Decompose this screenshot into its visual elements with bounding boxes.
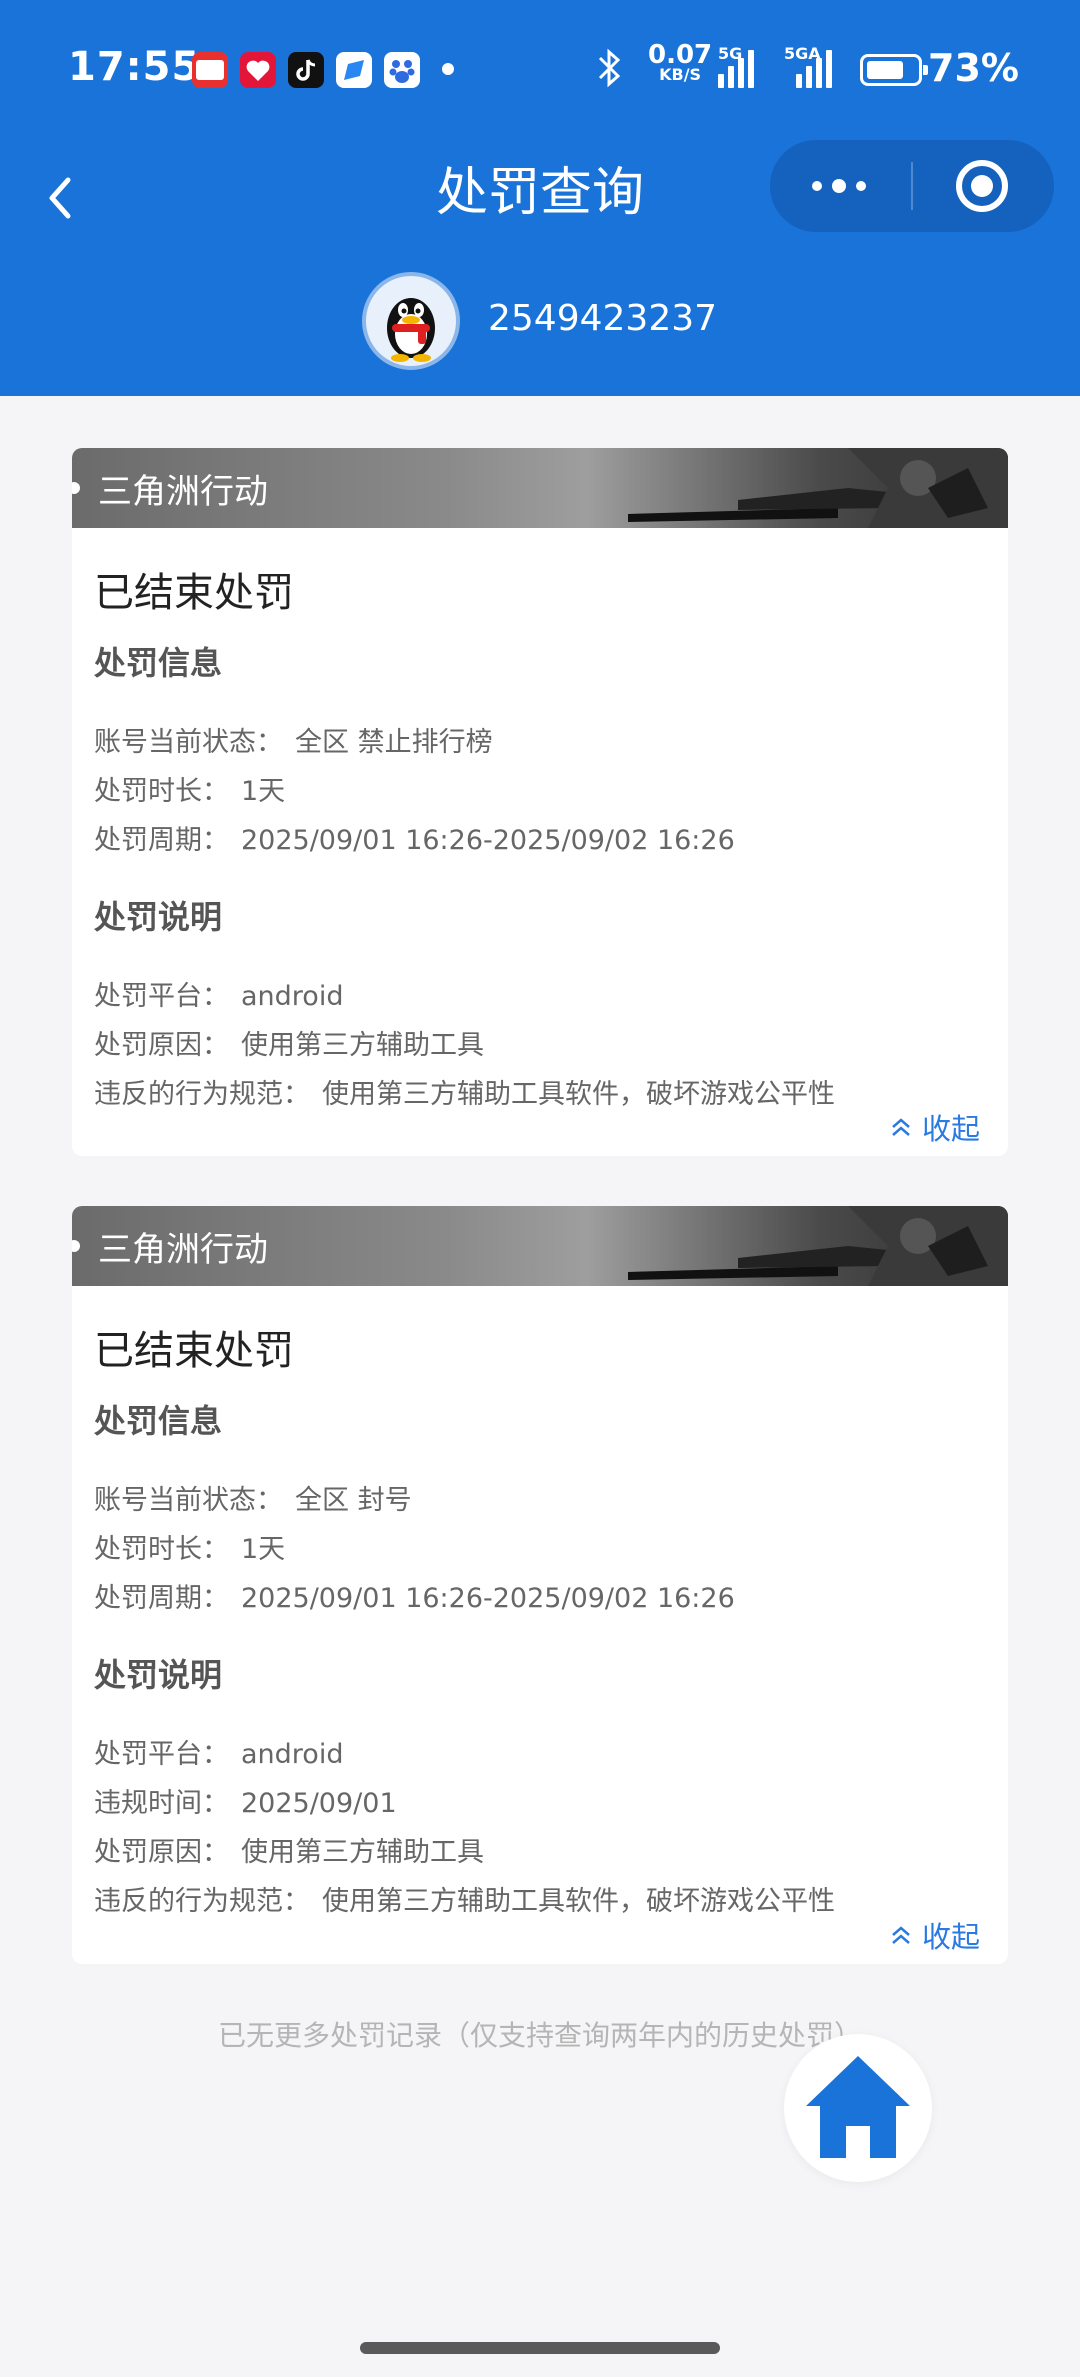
qq-number: 2549423237 [488, 298, 718, 339]
qq-penguin-icon [387, 298, 435, 362]
punishment-state: 已结束处罚 [94, 570, 294, 616]
punishment-record-card: 三角洲行动 已结束处罚 处罚信息 账号当前状态： 全区 封号 处罚时长： 1天 处罚… [72, 1206, 1008, 1964]
more-notifications-dot [442, 63, 454, 75]
desc-row: 违反的行为规范： 使用第三方辅助工具软件，破坏游戏公平性 [94, 1886, 835, 1917]
info-row: 处罚时长： 1天 [94, 776, 286, 807]
game-banner: 三角洲行动 [72, 1206, 1008, 1286]
soldier-artwork-icon [628, 1206, 1008, 1286]
punishment-state: 已结束处罚 [94, 1328, 294, 1374]
baidu-app-icon [384, 52, 420, 88]
info-row: 账号当前状态： 全区 封号 [94, 1485, 412, 1516]
info-row: 处罚时长： 1天 [94, 1534, 286, 1565]
desc-row: 违规时间： 2025/09/01 [94, 1788, 397, 1819]
game-name: 三角洲行动 [98, 1230, 268, 1270]
status-time: 17:55 [68, 44, 201, 90]
section-title-desc: 处罚说明 [94, 898, 223, 936]
game-name: 三角洲行动 [98, 472, 268, 512]
soldier-artwork-icon [628, 448, 1008, 528]
section-title-desc: 处罚说明 [94, 1656, 223, 1694]
info-row: 账号当前状态： 全区 禁止排行榜 [94, 727, 493, 758]
bluetooth-icon [596, 48, 622, 97]
battery-percent: 73% [928, 46, 1019, 90]
more-options-button[interactable] [770, 140, 912, 232]
close-mini-program-button[interactable] [912, 140, 1054, 232]
home-icon [806, 2056, 910, 2158]
info-row: 处罚周期： 2025/09/01 16:26-2025/09/02 16:26 [94, 1583, 735, 1614]
info-row: 处罚周期： 2025/09/01 16:26-2025/09/02 16:26 [94, 825, 735, 856]
app-header: 17:55 0.07 KB/S 5G 5GA 73% 处罚查询 25494232… [0, 0, 1080, 396]
sim1-signal-icon: 5G [718, 44, 764, 88]
desc-row: 处罚平台： android [94, 1739, 344, 1770]
mini-program-capsule [770, 140, 1054, 232]
desc-row: 违反的行为规范： 使用第三方辅助工具软件，破坏游戏公平性 [94, 1079, 835, 1110]
collapse-button[interactable]: 收起 [890, 1106, 980, 1148]
home-button[interactable] [784, 2034, 932, 2182]
chevron-double-up-icon [892, 1118, 910, 1136]
avatar [362, 272, 460, 370]
collapse-button[interactable]: 收起 [890, 1914, 980, 1956]
heart-app-icon [240, 52, 276, 88]
section-title-info: 处罚信息 [94, 644, 223, 682]
battery-icon [860, 54, 928, 86]
status-bar: 17:55 0.07 KB/S 5G 5GA 73% [0, 0, 1080, 140]
tiktok-app-icon [288, 52, 324, 88]
desc-row: 处罚原因： 使用第三方辅助工具 [94, 1030, 484, 1061]
nav-bar: 处罚查询 [0, 140, 1080, 250]
network-speed: 0.07 KB/S [648, 40, 713, 84]
game-banner: 三角洲行动 [72, 448, 1008, 528]
desc-row: 处罚平台： android [94, 981, 344, 1012]
gesture-home-bar[interactable] [360, 2342, 720, 2354]
chevron-double-up-icon [892, 1926, 910, 1944]
punishment-record-card: 三角洲行动 已结束处罚 处罚信息 账号当前状态： 全区 禁止排行榜 处罚时长： 1天… [72, 448, 1008, 1156]
browser-app-icon [336, 52, 372, 88]
section-title-info: 处罚信息 [94, 1402, 223, 1440]
sim2-signal-icon: 5GA [784, 44, 846, 88]
desc-row: 处罚原因： 使用第三方辅助工具 [94, 1837, 484, 1868]
user-info: 2549423237 [0, 272, 1080, 372]
toutiao-app-icon [192, 52, 228, 88]
